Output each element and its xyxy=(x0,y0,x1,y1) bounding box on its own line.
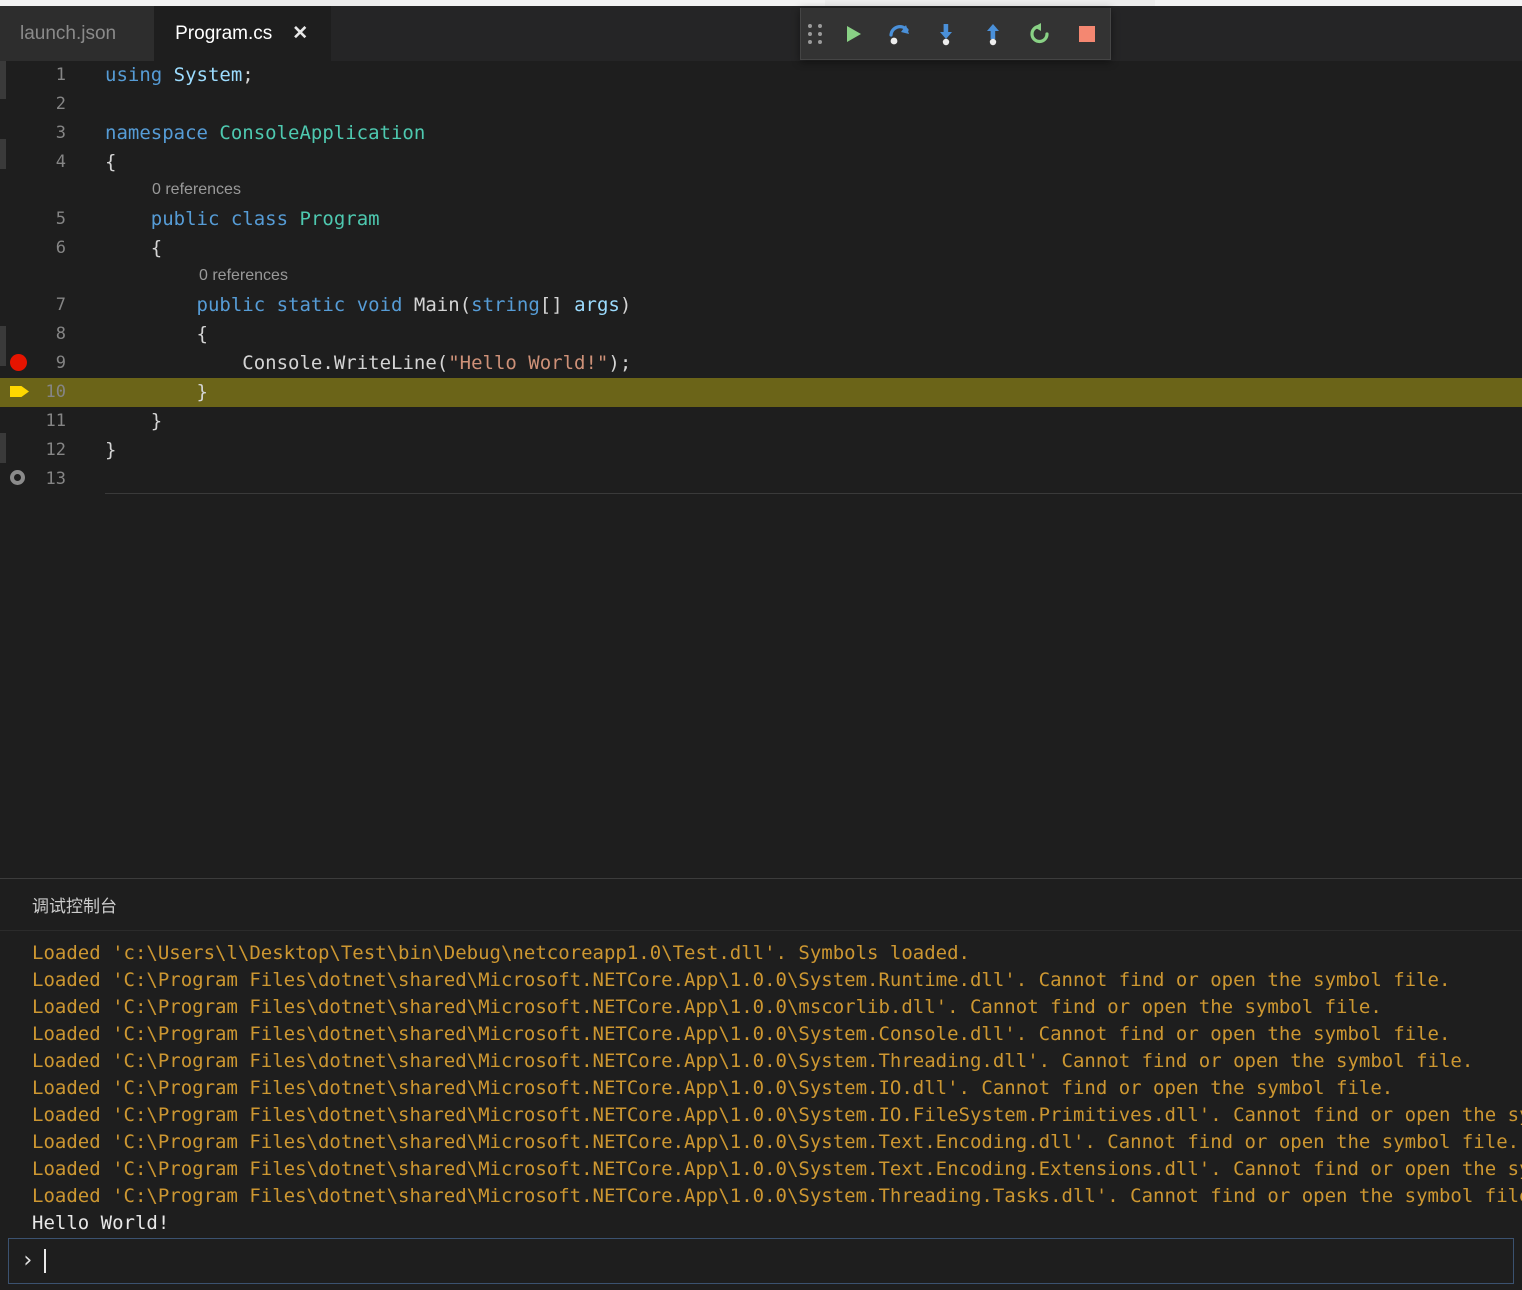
line-number: 3 xyxy=(55,123,66,143)
line-number: 10 xyxy=(45,382,66,402)
step-into-button[interactable] xyxy=(923,9,970,59)
code-line[interactable]: 1 using System; xyxy=(0,61,1522,90)
debug-console-input[interactable]: › xyxy=(9,1239,1513,1283)
code-text: } xyxy=(105,439,117,461)
debug-console-input-wrap[interactable]: › xyxy=(8,1238,1514,1284)
console-info-line: Loaded 'C:\Program Files\dotnet\shared\M… xyxy=(32,1131,1520,1153)
codelens-label: 0 references xyxy=(199,267,288,284)
code-line[interactable]: 4{ xyxy=(0,148,1522,177)
continue-button[interactable] xyxy=(830,9,877,59)
breakpoint-hover-icon[interactable] xyxy=(10,470,28,488)
code-line[interactable]: 12} xyxy=(0,436,1522,465)
tab-launch-json[interactable]: launch.json xyxy=(0,6,156,61)
code-text: { xyxy=(105,237,163,259)
line-number: 6 xyxy=(55,238,66,258)
codelens-references[interactable]: 0 references xyxy=(0,263,1522,291)
line-number: 8 xyxy=(55,324,66,344)
stop-icon xyxy=(1078,25,1095,42)
console-info-line: Loaded 'C:\Program Files\dotnet\shared\M… xyxy=(32,1023,1451,1045)
line-number: 1 xyxy=(55,65,66,85)
line-number: 2 xyxy=(55,94,66,114)
editor-tab-bar: launch.json Program.cs ✕ xyxy=(0,6,1522,61)
code-line[interactable]: 11 } xyxy=(0,407,1522,436)
console-info-line: Loaded 'C:\Program Files\dotnet\shared\M… xyxy=(32,1077,1394,1099)
codelens-references[interactable]: 0 references xyxy=(0,177,1522,205)
close-icon[interactable]: ✕ xyxy=(290,24,310,43)
step-into-icon xyxy=(940,23,953,45)
tab-label: launch.json xyxy=(20,22,117,44)
code-line[interactable]: 6 { xyxy=(0,234,1522,263)
line-number: 13 xyxy=(45,469,66,489)
code-line[interactable]: 9 Console.WriteLine("Hello World!"); xyxy=(0,349,1522,378)
line-number: 12 xyxy=(45,440,66,460)
code-text: using System; xyxy=(105,64,254,86)
console-info-line: Loaded 'C:\Program Files\dotnet\shared\M… xyxy=(32,1050,1474,1072)
cursor-line-border xyxy=(105,493,1522,494)
console-info-line: Loaded 'C:\Program Files\dotnet\shared\M… xyxy=(32,969,1451,991)
codelens-label: 0 references xyxy=(152,181,241,198)
text-caret xyxy=(44,1249,47,1273)
console-info-line: Loaded 'C:\Program Files\dotnet\shared\M… xyxy=(32,996,1382,1018)
panel-header: 调试控制台 xyxy=(0,879,1522,931)
restart-icon xyxy=(1030,22,1049,43)
console-info-line: Loaded 'C:\Program Files\dotnet\shared\M… xyxy=(32,1104,1522,1126)
code-text: Console.WriteLine("Hello World!"); xyxy=(242,352,632,374)
code-text: } xyxy=(105,381,208,403)
code-lines-container: 1 using System; 2 3 namespace ConsoleApplica… xyxy=(0,61,1522,494)
code-text: namespace ConsoleApplication xyxy=(105,122,426,144)
console-info-line: Loaded 'c:\Users\l\Desktop\Test\bin\Debu… xyxy=(32,942,970,964)
debug-toolbar xyxy=(800,8,1111,60)
step-out-button[interactable] xyxy=(970,9,1017,59)
code-text: } xyxy=(105,410,163,432)
play-icon xyxy=(846,25,861,42)
code-line[interactable]: 10 } xyxy=(0,378,1522,407)
panel-title: 调试控制台 xyxy=(32,897,117,916)
debug-console-output[interactable]: Loaded 'c:\Users\l\Desktop\Test\bin\Debu… xyxy=(0,932,1522,1232)
code-text: { xyxy=(105,323,208,345)
drag-handle-icon[interactable] xyxy=(801,9,830,59)
code-line[interactable]: 2 xyxy=(0,90,1522,119)
stop-button[interactable] xyxy=(1063,9,1110,59)
code-line[interactable]: 5 public class Program xyxy=(0,205,1522,234)
line-number: 5 xyxy=(55,209,66,229)
code-text: public class Program xyxy=(150,208,380,230)
console-info-line: Loaded 'C:\Program Files\dotnet\shared\M… xyxy=(32,1158,1522,1180)
tab-program-cs[interactable]: Program.cs ✕ xyxy=(155,6,332,61)
console-output-line: Hello World! xyxy=(32,1212,170,1232)
code-line[interactable]: 13 xyxy=(0,465,1522,494)
code-text: public static void Main(string[] args) xyxy=(196,294,632,316)
line-number: 7 xyxy=(55,295,66,315)
step-out-icon xyxy=(987,23,1000,45)
code-line[interactable]: 3 namespace ConsoleApplication xyxy=(0,119,1522,148)
step-over-button[interactable] xyxy=(876,9,923,59)
code-text: { xyxy=(105,151,117,173)
prompt-chevron-icon: › xyxy=(21,1248,35,1273)
code-line[interactable]: 8 { xyxy=(0,320,1522,349)
line-number: 4 xyxy=(55,152,66,172)
line-number: 9 xyxy=(55,353,66,373)
restart-button[interactable] xyxy=(1017,9,1064,59)
console-info-line: Loaded 'C:\Program Files\dotnet\shared\M… xyxy=(32,1185,1522,1207)
code-line[interactable]: 7 public static void Main(string[] args) xyxy=(0,291,1522,320)
tab-label: Program.cs xyxy=(175,22,273,44)
step-over-icon xyxy=(889,24,909,44)
line-number: 11 xyxy=(45,411,66,431)
debug-console-panel: 调试控制台 Loaded 'c:\Users\l\Desktop\Test\bi… xyxy=(0,878,1522,1290)
vscode-window: launch.json Program.cs ✕ 1 using System;… xyxy=(0,0,1522,1290)
code-editor[interactable]: 1 using System; 2 3 namespace ConsoleApplica… xyxy=(0,61,1522,878)
execution-pointer-icon[interactable] xyxy=(10,383,29,401)
breakpoint-icon[interactable] xyxy=(10,354,28,372)
